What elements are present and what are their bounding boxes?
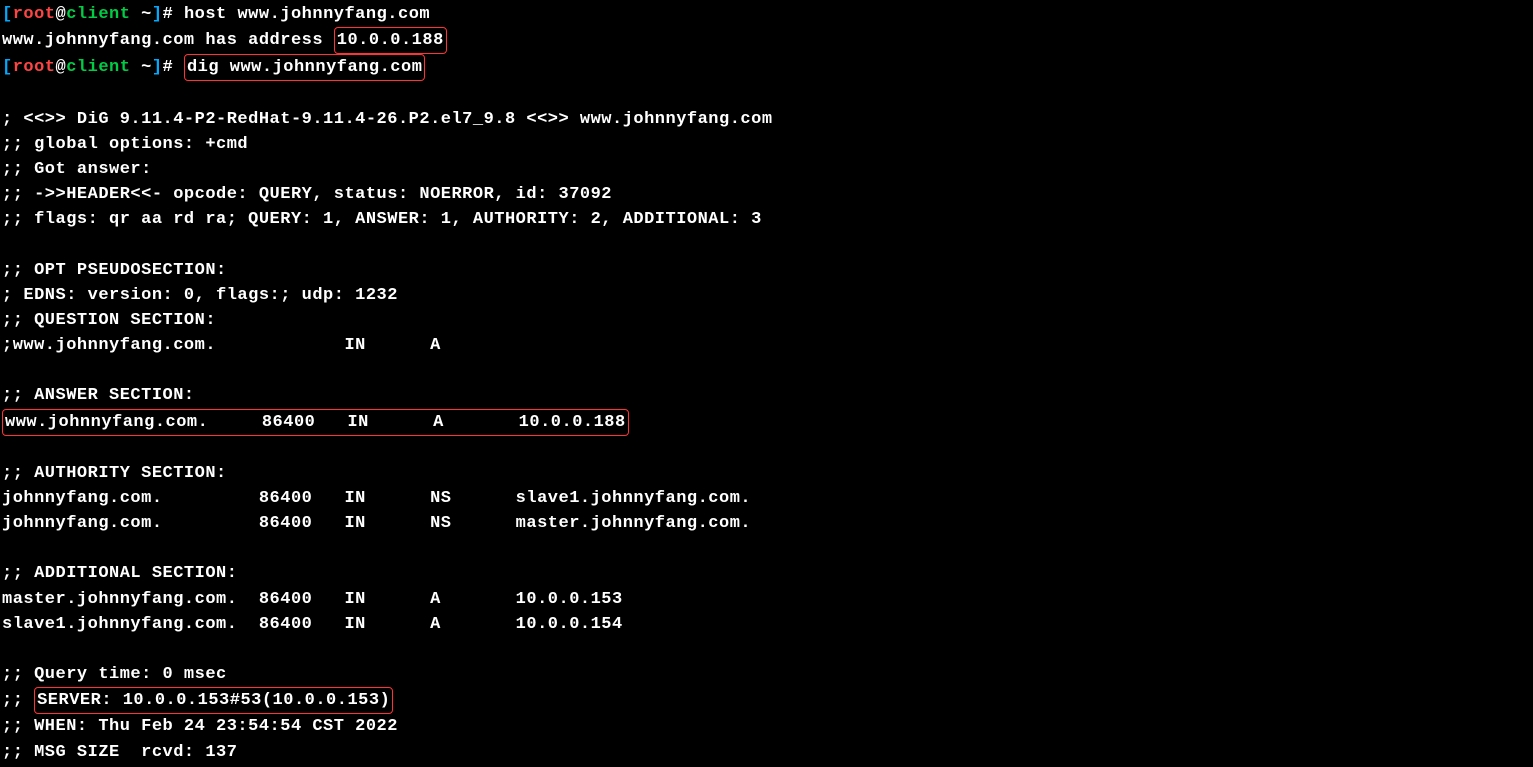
dig-answer-line: www.johnnyfang.com. 86400 IN A 10.0.0.18… [2, 409, 1531, 436]
dig-question-header-line: ;; QUESTION SECTION: [2, 308, 1531, 333]
prompt-hash: # [163, 58, 184, 77]
dig-global-options-line: ;; global options: +cmd [2, 132, 1531, 157]
prompt-line-1[interactable]: [root@client ~]# host www.johnnyfang.com [2, 2, 1531, 27]
blank-line [2, 536, 1531, 561]
blank-line [2, 637, 1531, 662]
highlighted-ip-box: 10.0.0.188 [334, 27, 447, 54]
prompt-hash: # [163, 5, 184, 24]
highlighted-server-box: SERVER: 10.0.0.153#53(10.0.0.153) [34, 687, 393, 714]
prompt-user: root [13, 58, 56, 77]
prompt-at: @ [56, 5, 67, 24]
dig-query-time-line: ;; Query time: 0 msec [2, 662, 1531, 687]
prompt-line-2[interactable]: [root@client ~]# dig www.johnnyfang.com [2, 54, 1531, 81]
highlighted-dig-command: dig www.johnnyfang.com [184, 54, 425, 81]
prompt-path: ~ [130, 5, 151, 24]
blank-line [2, 232, 1531, 257]
host-output-line: www.johnnyfang.com has address 10.0.0.18… [2, 27, 1531, 54]
prompt-bracket-open: [ [2, 5, 13, 24]
dig-additional-header-line: ;; ADDITIONAL SECTION: [2, 561, 1531, 586]
prompt-path: ~ [130, 58, 151, 77]
blank-line [2, 81, 1531, 106]
dig-additional-line-2: slave1.johnnyfang.com. 86400 IN A 10.0.0… [2, 612, 1531, 637]
blank-line [2, 358, 1531, 383]
dig-opt-header-line: ;; OPT PSEUDOSECTION: [2, 258, 1531, 283]
dig-additional-line-1: master.johnnyfang.com. 86400 IN A 10.0.0… [2, 587, 1531, 612]
dig-header-line: ; <<>> DiG 9.11.4-P2-RedHat-9.11.4-26.P2… [2, 107, 1531, 132]
host-output-text: www.johnnyfang.com has address [2, 31, 334, 50]
prompt-at: @ [56, 58, 67, 77]
prompt-bracket-close: ] [152, 58, 163, 77]
command-host: host www.johnnyfang.com [184, 5, 430, 24]
highlighted-answer-box: www.johnnyfang.com. 86400 IN A 10.0.0.18… [2, 409, 629, 436]
dig-when-line: ;; WHEN: Thu Feb 24 23:54:54 CST 2022 [2, 714, 1531, 739]
dig-flags-line: ;; flags: qr aa rd ra; QUERY: 1, ANSWER:… [2, 207, 1531, 232]
dig-msg-size-line: ;; MSG SIZE rcvd: 137 [2, 740, 1531, 765]
prompt-host: client [66, 58, 130, 77]
dig-got-answer-line: ;; Got answer: [2, 157, 1531, 182]
dig-authority-line-1: johnnyfang.com. 86400 IN NS slave1.johnn… [2, 486, 1531, 511]
dig-server-line: ;; SERVER: 10.0.0.153#53(10.0.0.153) [2, 687, 1531, 714]
dig-authority-header-line: ;; AUTHORITY SECTION: [2, 461, 1531, 486]
dig-server-prefix: ;; [2, 691, 34, 710]
dig-question-line: ;www.johnnyfang.com. IN A [2, 333, 1531, 358]
prompt-bracket-close: ] [152, 5, 163, 24]
prompt-user: root [13, 5, 56, 24]
prompt-bracket-open: [ [2, 58, 13, 77]
dig-answer-header-line: ;; ANSWER SECTION: [2, 383, 1531, 408]
dig-edns-line: ; EDNS: version: 0, flags:; udp: 1232 [2, 283, 1531, 308]
blank-line [2, 436, 1531, 461]
dig-header-status-line: ;; ->>HEADER<<- opcode: QUERY, status: N… [2, 182, 1531, 207]
prompt-host: client [66, 5, 130, 24]
dig-authority-line-2: johnnyfang.com. 86400 IN NS master.johnn… [2, 511, 1531, 536]
